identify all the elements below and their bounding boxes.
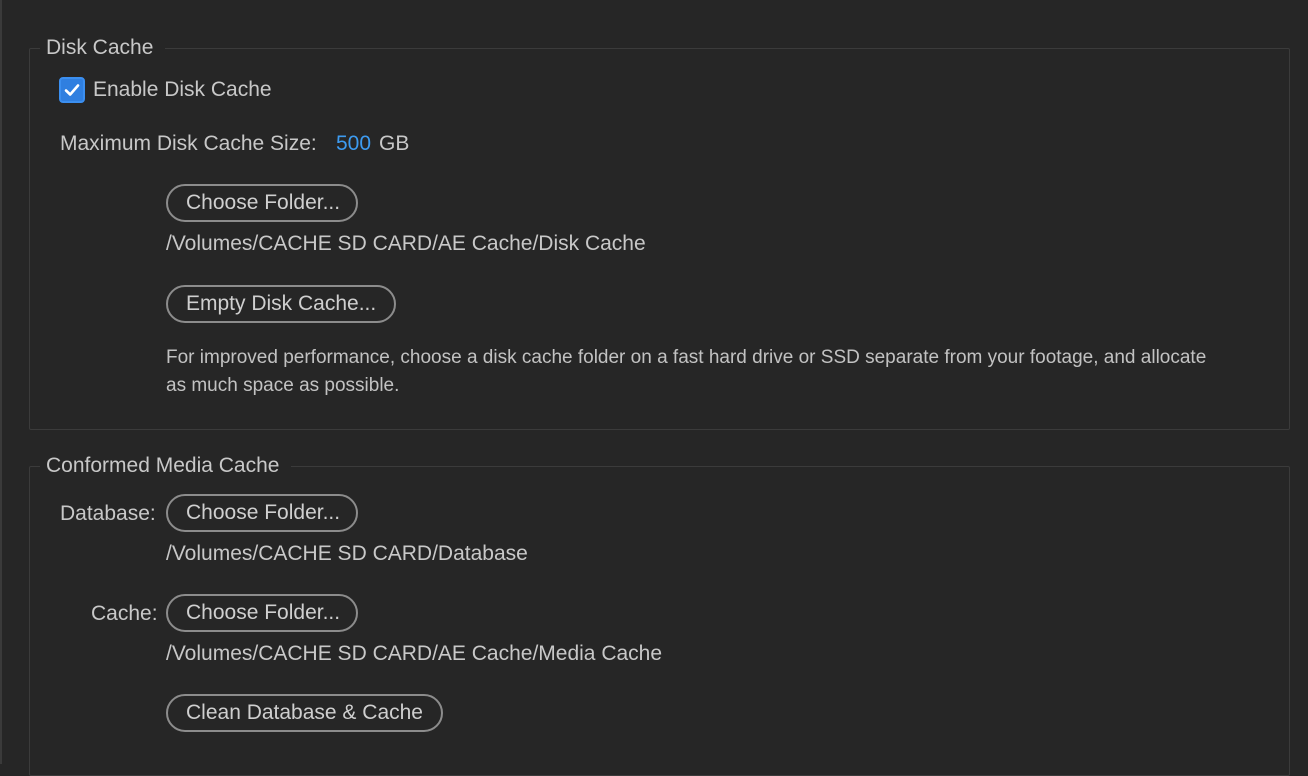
database-folder-path: /Volumes/CACHE SD CARD/Database [166,542,528,565]
database-choose-folder-button[interactable]: Choose Folder... [166,494,358,532]
cache-choose-folder-button[interactable]: Choose Folder... [166,594,358,632]
conformed-media-cache-title: Conformed Media Cache [40,449,292,483]
cache-label: Cache: [91,602,158,625]
checkmark-icon [64,84,80,96]
empty-disk-cache-button[interactable]: Empty Disk Cache... [166,285,396,323]
enable-disk-cache-label[interactable]: Enable Disk Cache [93,76,272,104]
max-disk-cache-size-unit: GB [379,132,410,155]
disk-cache-choose-folder-button[interactable]: Choose Folder... [166,184,358,222]
enable-disk-cache-checkbox[interactable] [59,77,85,103]
disk-cache-title: Disk Cache [40,31,166,65]
panel-left-edge [0,0,2,764]
database-label: Database: [60,502,156,525]
max-disk-cache-size-label: Maximum Disk Cache Size: [60,130,317,158]
max-disk-cache-size-value[interactable]: 500 [336,130,371,158]
disk-cache-folder-path: /Volumes/CACHE SD CARD/AE Cache/Disk Cac… [166,232,646,255]
cache-folder-path: /Volumes/CACHE SD CARD/AE Cache/Media Ca… [166,642,663,665]
max-size-label-text: Maximum Disk Cache Size: [60,132,317,155]
disk-cache-hint: For improved performance, choose a disk … [166,347,1207,396]
clean-database-cache-button[interactable]: Clean Database & Cache [166,694,443,732]
